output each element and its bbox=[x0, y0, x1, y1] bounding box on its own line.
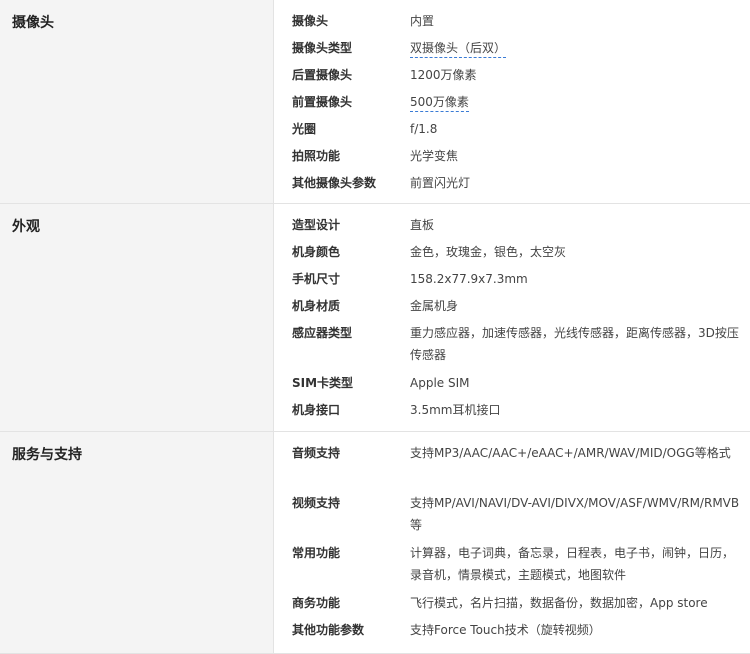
section-title: 外观 bbox=[12, 219, 40, 235]
spec-label: 其他功能参数 bbox=[292, 623, 365, 637]
spec-value: Apple SIM bbox=[410, 376, 470, 390]
spec-row: 前置摄像头 500万像素 bbox=[292, 89, 742, 116]
spec-row: 其他摄像头参数 前置闪光灯 bbox=[292, 170, 742, 197]
spec-label: 摄像头类型 bbox=[292, 41, 353, 55]
spec-label: 光圈 bbox=[292, 122, 317, 136]
spec-value: 重力感应器，加速传感器，光线传感器，距离传感器，3D按压传感器 bbox=[410, 326, 739, 362]
spec-row: SIM卡类型 Apple SIM bbox=[292, 370, 742, 397]
spec-row: 感应器类型 重力感应器，加速传感器，光线传感器，距离传感器，3D按压传感器 bbox=[292, 320, 742, 370]
section-title: 摄像头 bbox=[12, 15, 54, 31]
spec-value: 双摄像头（后双） bbox=[410, 37, 744, 59]
spec-label: 前置摄像头 bbox=[292, 95, 353, 109]
spec-value: 飞行模式，名片扫描，数据备份，数据加密，App store bbox=[410, 596, 708, 610]
spec-row: 后置摄像头 1200万像素 bbox=[292, 62, 742, 89]
spec-row: 摄像头类型 双摄像头（后双） bbox=[292, 35, 742, 62]
spec-value: 前置闪光灯 bbox=[410, 176, 471, 190]
spec-row: 光圈 f/1.8 bbox=[292, 116, 742, 143]
spec-label: 感应器类型 bbox=[292, 326, 353, 340]
spec-row: 机身接口 3.5mm耳机接口 bbox=[292, 397, 742, 424]
spec-row: 拍照功能 光学变焦 bbox=[292, 143, 742, 170]
spec-value: 158.2x77.9x7.3mm bbox=[410, 272, 528, 286]
spec-label: 常用功能 bbox=[292, 546, 341, 560]
section-title-cell: 摄像头 bbox=[0, 0, 274, 203]
spec-value: 金色，玫瑰金，银色，太空灰 bbox=[410, 245, 567, 259]
section-title-cell: 服务与支持 bbox=[0, 432, 274, 653]
spec-value: 支持MP3/AAC/AAC+/eAAC+/AMR/WAV/MID/OGG等格式 bbox=[410, 446, 731, 460]
spec-row: 视频支持 支持MP/AVI/NAVI/DV-AVI/DIVX/MOV/ASF/WM… bbox=[292, 490, 742, 540]
spec-row: 音频支持 支持MP3/AAC/AAC+/eAAC+/AMR/WAV/MID/OGG… bbox=[292, 440, 742, 490]
spec-value: 金属机身 bbox=[410, 299, 459, 313]
spec-value: f/1.8 bbox=[410, 122, 438, 136]
spec-label: 商务功能 bbox=[292, 596, 341, 610]
spec-value-text: 500万像素 bbox=[410, 95, 469, 112]
spec-label: 其他摄像头参数 bbox=[292, 176, 377, 190]
spec-rows: 摄像头 内置摄像头类型 双摄像头（后双） 后置摄像头 1200万像素前置摄像头 500万像… bbox=[292, 8, 742, 197]
spec-label: 后置摄像头 bbox=[292, 68, 353, 82]
spec-row: 常用功能 计算器，电子词典，备忘录，日程表，电子书，闹钟，日历，录音机，情景模式，… bbox=[292, 540, 742, 590]
spec-value: 1200万像素 bbox=[410, 68, 477, 82]
spec-label: SIM卡类型 bbox=[292, 376, 354, 390]
spec-row: 造型设计 直板 bbox=[292, 212, 742, 239]
spec-label: 视频支持 bbox=[292, 496, 341, 510]
spec-label: 造型设计 bbox=[292, 218, 341, 232]
spec-value: 500万像素 bbox=[410, 91, 744, 113]
spec-row: 商务功能 飞行模式，名片扫描，数据备份，数据加密，App store bbox=[292, 590, 742, 617]
spec-value-text: 双摄像头（后双） bbox=[410, 41, 507, 58]
spec-label: 机身接口 bbox=[292, 403, 341, 417]
spec-section: 外观 造型设计 直板机身颜色 金色，玫瑰金，银色，太空灰手机尺寸 158.2x77.9x… bbox=[0, 204, 750, 432]
spec-row: 其他功能参数 支持Force Touch技术（旋转视频） bbox=[292, 617, 742, 644]
spec-value: 内置 bbox=[410, 14, 435, 28]
spec-label: 机身颜色 bbox=[292, 245, 341, 259]
spec-section: 摄像头 摄像头 内置摄像头类型 双摄像头（后双） 后置摄像头 1200万像素前置摄像头 50… bbox=[0, 0, 750, 204]
spec-value: 计算器，电子词典，备忘录，日程表，电子书，闹钟，日历，录音机，情景模式，主题模式… bbox=[410, 546, 735, 582]
spec-label: 音频支持 bbox=[292, 446, 341, 460]
spec-rows: 造型设计 直板机身颜色 金色，玫瑰金，银色，太空灰手机尺寸 158.2x77.9x7.… bbox=[292, 212, 742, 424]
spec-rows: 音频支持 支持MP3/AAC/AAC+/eAAC+/AMR/WAV/MID/OGG… bbox=[292, 440, 742, 644]
spec-table: 摄像头 摄像头 内置摄像头类型 双摄像头（后双） 后置摄像头 1200万像素前置摄像头 50… bbox=[0, 0, 750, 654]
spec-row: 手机尺寸 158.2x77.9x7.3mm bbox=[292, 266, 742, 293]
spec-label: 摄像头 bbox=[292, 14, 329, 28]
spec-label: 机身材质 bbox=[292, 299, 341, 313]
spec-section: 服务与支持 音频支持 支持MP3/AAC/AAC+/eAAC+/AMR/WAV/MI… bbox=[0, 432, 750, 654]
spec-row: 机身颜色 金色，玫瑰金，银色，太空灰 bbox=[292, 239, 742, 266]
spec-value: 支持Force Touch技术（旋转视频） bbox=[410, 623, 601, 637]
spec-value: 光学变焦 bbox=[410, 149, 459, 163]
spec-label: 手机尺寸 bbox=[292, 272, 341, 286]
spec-row: 机身材质 金属机身 bbox=[292, 293, 742, 320]
spec-value: 3.5mm耳机接口 bbox=[410, 403, 501, 417]
spec-row: 摄像头 内置 bbox=[292, 8, 742, 35]
section-title: 服务与支持 bbox=[12, 447, 82, 463]
spec-value: 支持MP/AVI/NAVI/DV-AVI/DIVX/MOV/ASF/WMV/RM… bbox=[410, 496, 740, 532]
section-title-cell: 外观 bbox=[0, 204, 274, 431]
spec-value: 直板 bbox=[410, 218, 435, 232]
spec-label: 拍照功能 bbox=[292, 149, 341, 163]
